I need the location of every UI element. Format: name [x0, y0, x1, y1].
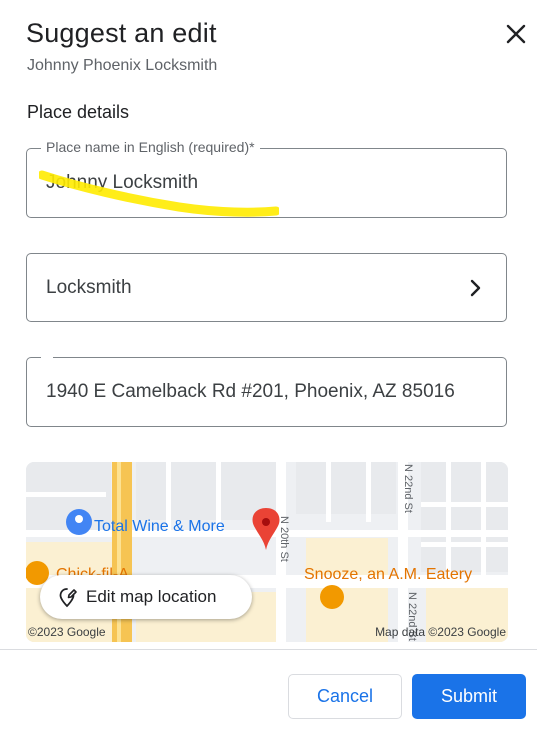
place-name-field[interactable]: Place name in English (required)* Johnny… [26, 139, 507, 218]
address-field[interactable]: 1940 E Camelback Rd #201, Phoenix, AZ 85… [26, 355, 507, 427]
suggest-edit-dialog: Suggest an edit Johnny Phoenix Locksmith… [0, 0, 537, 741]
edit-map-location-button[interactable]: Edit map location [40, 575, 252, 619]
address-value: 1940 E Camelback Rd #201, Phoenix, AZ 85… [46, 381, 455, 402]
category-field[interactable]: Locksmith [26, 253, 507, 322]
submit-button[interactable]: Submit [412, 674, 526, 719]
place-name-label: Place name in English (required)* [41, 139, 260, 155]
section-title: Place details [27, 102, 130, 122]
map-preview[interactable]: Total Wine & More Snooze, an A.M. Eatery… [26, 462, 508, 642]
map-place-snooze: Snooze, an A.M. Eatery [304, 566, 473, 583]
close-icon[interactable] [500, 18, 532, 50]
poi-total-wine [66, 509, 92, 535]
highlighter-annotation [39, 170, 279, 217]
map-data-attribution: Map data ©2023 Google [375, 625, 506, 639]
dialog-title: Suggest an edit [26, 18, 217, 48]
map-copyright: ©2023 Google [28, 625, 106, 639]
street-label: N 20th St [278, 516, 290, 562]
street-label: N 22nd St [402, 464, 414, 513]
category-value: Locksmith [46, 277, 132, 298]
poi-snooze [320, 585, 344, 609]
chevron-right-icon [468, 278, 484, 303]
cancel-button[interactable]: Cancel [288, 674, 402, 719]
edit-map-location-label: Edit map location [86, 587, 217, 606]
footer-divider [0, 649, 537, 650]
map-place-total-wine: Total Wine & More [94, 518, 225, 535]
edit-location-icon [56, 586, 78, 608]
dialog-subtitle: Johnny Phoenix Locksmith [27, 57, 218, 74]
